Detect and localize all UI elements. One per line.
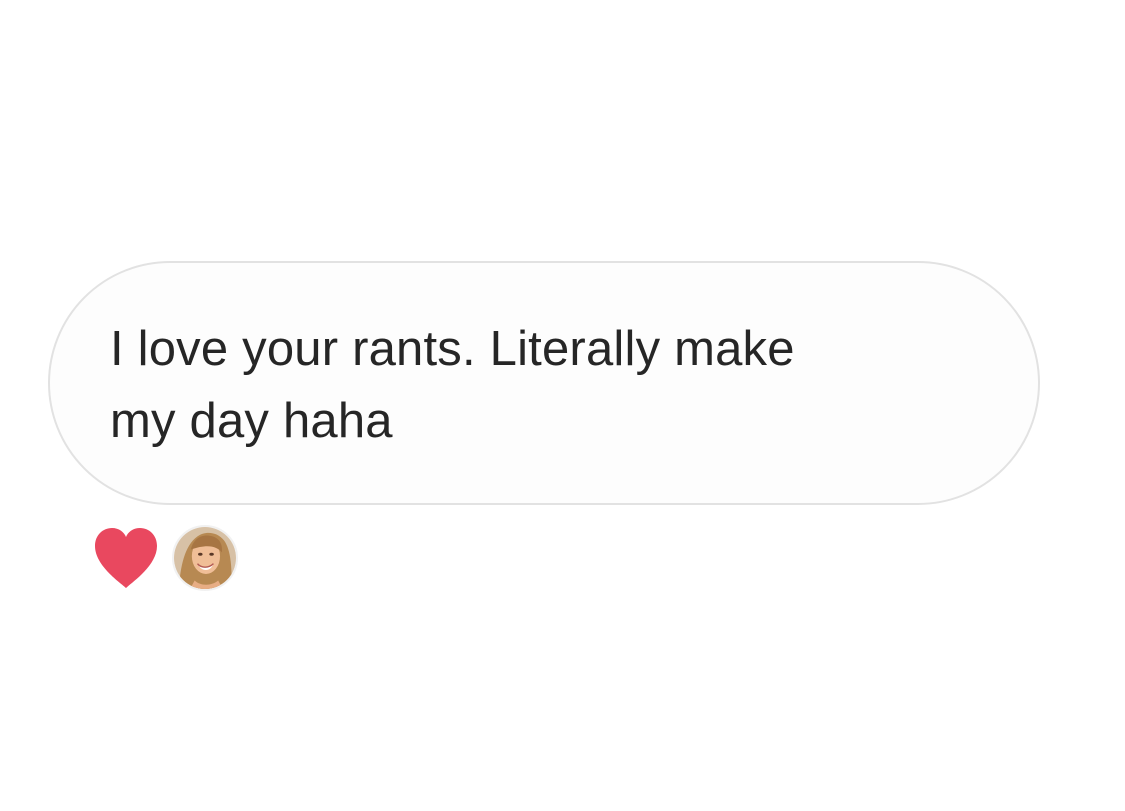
message-text: I love your rants. Literally make my day …: [110, 313, 990, 457]
message-reactions[interactable]: [90, 522, 238, 594]
avatar[interactable]: [172, 525, 238, 591]
message-thread: I love your rants. Literally make my day …: [0, 0, 1125, 811]
heart-icon[interactable]: [90, 525, 162, 591]
message-text-line-1: I love your rants. Literally make: [110, 322, 795, 376]
message-text-line-2: my day haha: [110, 394, 393, 448]
message-bubble[interactable]: I love your rants. Literally make my day …: [48, 261, 1040, 505]
